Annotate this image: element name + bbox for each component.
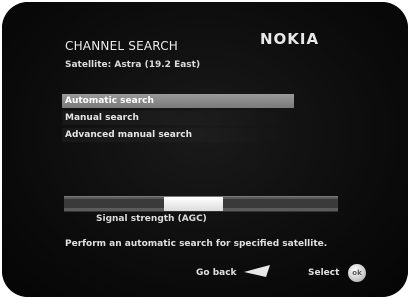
select-label[interactable]: Select — [308, 268, 339, 278]
signal-strength-bar — [64, 196, 338, 212]
help-text: Perform an automatic search for specifie… — [65, 239, 328, 249]
menu-item-manual-search[interactable]: Manual search — [62, 111, 294, 125]
nokia-logo: NOKIA — [260, 30, 320, 48]
satellite-info: Satellite: Astra (19.2 East) — [65, 60, 201, 70]
signal-bar-track-left — [64, 199, 164, 208]
search-menu: Automatic search Manual search Advanced … — [62, 94, 294, 145]
signal-strength-fill — [164, 197, 223, 211]
menu-item-advanced-manual-search[interactable]: Advanced manual search — [62, 128, 294, 142]
go-back-label[interactable]: Go back — [196, 268, 237, 278]
menu-item-automatic-search[interactable]: Automatic search — [62, 94, 294, 108]
tv-screen: CHANNEL SEARCH NOKIA Satellite: Astra (1… — [2, 2, 408, 297]
back-arrow-icon[interactable] — [242, 263, 272, 279]
page-title: CHANNEL SEARCH — [65, 39, 178, 53]
ok-button-icon[interactable]: ok — [348, 264, 366, 282]
signal-strength-label: Signal strength (AGC) — [96, 214, 207, 224]
signal-bar-track-right — [223, 199, 338, 208]
